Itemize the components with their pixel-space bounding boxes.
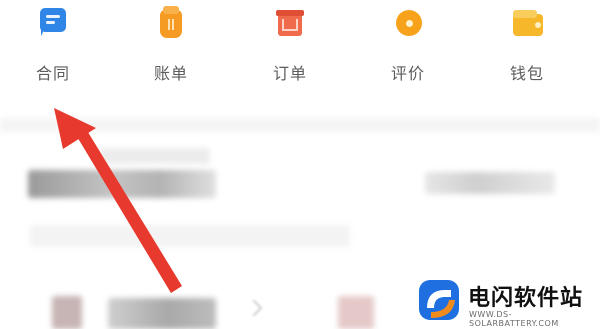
blurred-row-1 [28,170,216,198]
watermark-title: 电闪软件站 [468,286,584,311]
menu-item-label: 合同 [35,64,70,83]
wallet-icon [510,6,544,40]
menu-item-label: 钱包 [509,64,544,83]
watermark-logo [419,280,459,320]
contract-icon [36,6,70,40]
chevron-right-icon [245,299,263,317]
menu-item-label: 账单 [153,64,188,83]
menu-item-label: 订单 [272,64,307,83]
menu-item-order[interactable]: 订单 [250,0,330,100]
order-icon [273,6,307,40]
blurred-row-1-label [100,148,210,164]
watermark: 电闪软件站 WWW.DS-SOLARBATTERY.COM [405,268,600,329]
bill-icon [154,6,188,40]
watermark-url: WWW.DS-SOLARBATTERY.COM [469,310,559,328]
blurred-row-3-thumb-right [338,296,374,329]
menu-item-label: 评价 [390,64,425,83]
quick-menu-row: 合同 账单 订单 评价 钱包 [0,0,600,100]
blurred-row-3-thumb [52,296,82,329]
menu-item-contract[interactable]: 合同 [13,0,93,100]
section-divider [0,118,600,132]
menu-item-bill[interactable]: 账单 [131,0,211,100]
menu-item-wallet[interactable]: 钱包 [487,0,567,100]
blurred-row-1-right [425,172,555,194]
blurred-row-2 [30,225,350,247]
review-icon [391,6,425,40]
blurred-row-3-text [108,298,216,329]
menu-item-review[interactable]: 评价 [368,0,448,100]
